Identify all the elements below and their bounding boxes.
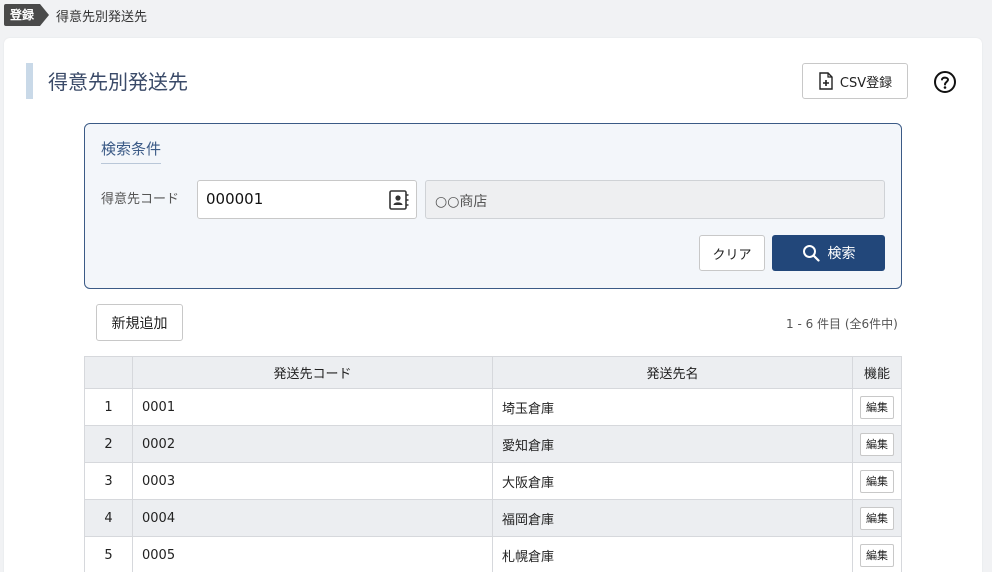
table-header-row: 発送先コード 発送先名 機能	[84, 356, 902, 389]
destination-name: 埼玉倉庫	[492, 388, 853, 426]
row-actions: 編集	[852, 536, 902, 572]
title-accent-bar	[26, 63, 33, 99]
search-button-label: 検索	[827, 246, 856, 262]
table-row: 3 0003 大阪倉庫 編集	[84, 462, 902, 500]
row-number: 3	[84, 462, 133, 500]
row-number: 2	[84, 425, 133, 463]
record-count: 1 - 6 件目 (全6件中)	[786, 317, 898, 331]
table-row: 4 0004 福岡倉庫 編集	[84, 499, 902, 537]
destination-code: 0004	[132, 499, 493, 537]
row-actions: 編集	[852, 388, 902, 426]
customer-name-value: ○○商店	[435, 194, 488, 210]
help-icon[interactable]	[933, 70, 957, 94]
breadcrumb-current: 得意先別発送先	[56, 9, 148, 25]
customer-code-input[interactable]: 000001	[197, 180, 417, 219]
breadcrumb: 登録 得意先別発送先	[4, 4, 147, 26]
edit-button[interactable]: 編集	[860, 432, 894, 456]
table-row: 2 0002 愛知倉庫 編集	[84, 425, 902, 463]
destination-code: 0003	[132, 462, 493, 500]
destination-code: 0002	[132, 425, 493, 463]
destination-table: 発送先コード 発送先名 機能 1 0001 埼玉倉庫 編集 2 0002 愛知倉…	[84, 356, 902, 572]
customer-code-label: 得意先コード	[101, 192, 180, 207]
row-number: 5	[84, 536, 133, 572]
search-button[interactable]: 検索	[772, 235, 885, 271]
destination-name: 札幌倉庫	[492, 536, 853, 572]
contact-picker-icon[interactable]	[388, 189, 410, 211]
edit-button[interactable]: 編集	[860, 543, 894, 567]
row-actions: 編集	[852, 425, 902, 463]
column-header-function: 機能	[852, 356, 902, 389]
customer-code-value: 000001	[206, 190, 264, 208]
column-header-name[interactable]: 発送先名	[492, 356, 853, 389]
file-plus-icon	[819, 72, 833, 90]
row-number: 1	[84, 388, 133, 426]
edit-button[interactable]: 編集	[860, 506, 894, 530]
destination-name: 大阪倉庫	[492, 462, 853, 500]
search-icon	[802, 245, 820, 262]
search-panel-title: 検索条件	[101, 139, 162, 164]
csv-register-button[interactable]: CSV登録	[802, 63, 908, 99]
column-header-code[interactable]: 発送先コード	[132, 356, 493, 389]
edit-button[interactable]: 編集	[860, 469, 894, 493]
edit-button[interactable]: 編集	[860, 395, 894, 419]
destination-name: 福岡倉庫	[492, 499, 853, 537]
clear-button[interactable]: クリア	[699, 235, 765, 271]
page-title: 得意先別発送先	[48, 70, 188, 94]
row-actions: 編集	[852, 462, 902, 500]
row-actions: 編集	[852, 499, 902, 537]
row-number: 4	[84, 499, 133, 537]
add-new-button[interactable]: 新規追加	[96, 304, 183, 341]
customer-name-field: ○○商店	[425, 180, 885, 219]
table-row: 1 0001 埼玉倉庫 編集	[84, 388, 902, 426]
column-header-no	[84, 356, 133, 389]
csv-register-label: CSV登録	[839, 75, 893, 91]
destination-name: 愛知倉庫	[492, 425, 853, 463]
breadcrumb-tag[interactable]: 登録	[4, 4, 50, 26]
table-row: 5 0005 札幌倉庫 編集	[84, 536, 902, 572]
destination-code: 0005	[132, 536, 493, 572]
destination-code: 0001	[132, 388, 493, 426]
